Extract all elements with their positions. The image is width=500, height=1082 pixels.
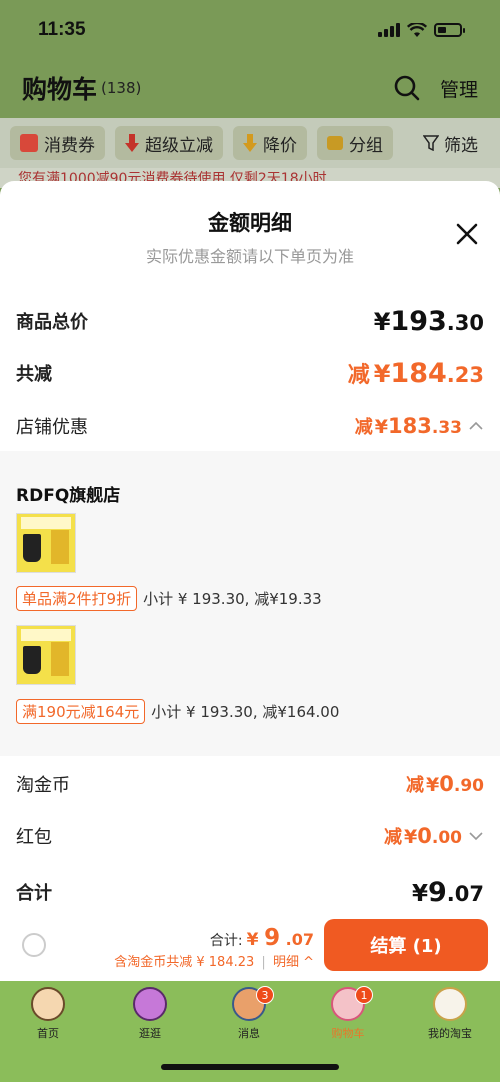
filter-button[interactable]: 筛选 <box>423 131 490 156</box>
promo-detail: 小计 ¥ 193.30, 减¥164.00 <box>151 703 340 721</box>
sum-label: 合计 <box>16 883 52 904</box>
goods-total-row: 商品总价 ¥ 193 .30 <box>0 301 500 341</box>
chevron-up-icon <box>469 421 483 430</box>
chevron-down-icon <box>469 832 483 841</box>
coins-label: 淘金币 <box>16 775 70 796</box>
cart-mascot-icon: 1 <box>331 986 373 1021</box>
filter-icon <box>423 135 439 151</box>
bottom-tab-bar: 首页 逛逛 3 消息 1 购物车 我的淘宝 <box>0 981 500 1082</box>
goods-total-label: 商品总价 <box>16 312 88 333</box>
browse-mascot-icon <box>133 987 167 1021</box>
search-icon[interactable] <box>394 75 420 101</box>
folder-icon <box>327 136 343 150</box>
total-reduction-row: 共减 减 ¥ 184 .23 <box>0 353 500 393</box>
price-drop-icon <box>243 134 257 152</box>
tab-home[interactable]: 首页 <box>8 987 88 1041</box>
chip-super-discount[interactable]: 超级立减 <box>115 126 223 160</box>
cart-count: (138) <box>101 79 142 97</box>
checkout-button[interactable]: 结算 (1) <box>324 919 488 971</box>
home-indicator <box>161 1064 339 1070</box>
checkout-bar: 合计: ¥ 9 .07 含淘金币共减 ¥ 184.23 | 明细 ^ 结算 (1… <box>0 913 500 981</box>
red-packet-label: 红包 <box>16 827 52 848</box>
manage-button[interactable]: 管理 <box>440 75 478 102</box>
amount-detail-sheet: 金额明细 实际优惠金额请以下单页为准 商品总价 ¥ 193 .30 共减 减 ¥… <box>0 181 500 981</box>
sum-row: 合计 ¥ 9 .07 <box>0 873 500 911</box>
total-reduction-value: 减 ¥ 184 .23 <box>347 358 484 389</box>
checkout-total: 合计: ¥ 9 .07 <box>209 925 314 951</box>
coupon-icon <box>20 134 38 152</box>
chip-label: 超级立减 <box>145 135 213 156</box>
promo-detail: 小计 ¥ 193.30, 减¥19.33 <box>143 590 322 608</box>
store-discount-label: 店铺优惠 <box>16 417 88 438</box>
store-discount-value: 减 ¥ 183 .33 <box>354 414 462 438</box>
status-time: 11:35 <box>38 19 86 40</box>
detail-toggle[interactable]: 明细 ^ <box>273 955 314 970</box>
status-bar: 11:35 <box>0 0 500 60</box>
sheet-subtitle: 实际优惠金额请以下单页为准 <box>145 247 354 266</box>
page-title: 购物车 <box>22 75 98 104</box>
close-icon[interactable] <box>454 221 480 247</box>
wifi-icon <box>407 22 427 37</box>
product-thumbnail <box>16 513 76 573</box>
sheet-title: 金额明细 <box>208 211 292 235</box>
tab-browse[interactable]: 逛逛 <box>110 987 190 1041</box>
home-mascot-icon <box>31 987 65 1021</box>
chip-group[interactable]: 分组 <box>317 126 393 160</box>
store-detail: RDFQ旗舰店 单品满2件打9折 小计 ¥ 193.30, 减¥19.33 满1… <box>0 451 500 756</box>
cart-badge: 1 <box>355 986 373 1004</box>
red-packet-value: 减 ¥ 0 .00 <box>384 824 462 848</box>
promo-tag: 满190元减164元 <box>16 699 146 724</box>
goods-total-value: ¥ 193 .30 <box>373 305 484 337</box>
tab-my-taobao[interactable]: 我的淘宝 <box>410 987 490 1041</box>
chip-label: 降价 <box>263 135 297 156</box>
chip-label: 分组 <box>349 135 383 156</box>
product-thumbnail <box>16 625 76 685</box>
promo-tag: 单品满2件打9折 <box>16 586 138 611</box>
cart-header: 购物车 (138) 管理 <box>0 62 500 114</box>
promo-line: 满190元减164元 小计 ¥ 193.30, 减¥164.00 <box>16 699 339 724</box>
tab-messages[interactable]: 3 消息 <box>209 986 289 1041</box>
store-name: RDFQ旗舰店 <box>16 486 121 506</box>
filter-bar: 消费券 超级立减 降价 分组 筛选 <box>0 118 500 168</box>
messages-badge: 3 <box>256 986 274 1004</box>
chip-label: 消费券 <box>44 135 95 156</box>
total-reduction-label: 共减 <box>16 364 52 385</box>
coins-value: 减 ¥ 0 .90 <box>406 772 484 796</box>
checkout-subtotal: 含淘金币共减 ¥ 184.23 | 明细 ^ <box>114 955 314 970</box>
tab-cart[interactable]: 1 购物车 <box>308 986 388 1041</box>
signal-icon <box>378 23 400 37</box>
arrow-down-icon <box>125 134 139 152</box>
status-icons <box>378 22 465 38</box>
chip-coupon[interactable]: 消费券 <box>10 126 105 160</box>
filter-label: 筛选 <box>444 135 478 156</box>
store-discount-row[interactable]: 店铺优惠 减 ¥ 183 .33 <box>0 409 500 443</box>
select-all-checkbox[interactable] <box>22 933 46 957</box>
battery-icon <box>434 23 465 37</box>
coins-row: 淘金币 减 ¥ 0 .90 <box>0 767 500 801</box>
chip-price-drop[interactable]: 降价 <box>233 126 307 160</box>
promo-line: 单品满2件打9折 小计 ¥ 193.30, 减¥19.33 <box>16 586 322 611</box>
messages-mascot-icon: 3 <box>232 986 274 1021</box>
sum-value: ¥ 9 .07 <box>411 876 484 908</box>
red-packet-row[interactable]: 红包 减 ¥ 0 .00 <box>0 819 500 853</box>
profile-mascot-icon <box>433 987 467 1021</box>
